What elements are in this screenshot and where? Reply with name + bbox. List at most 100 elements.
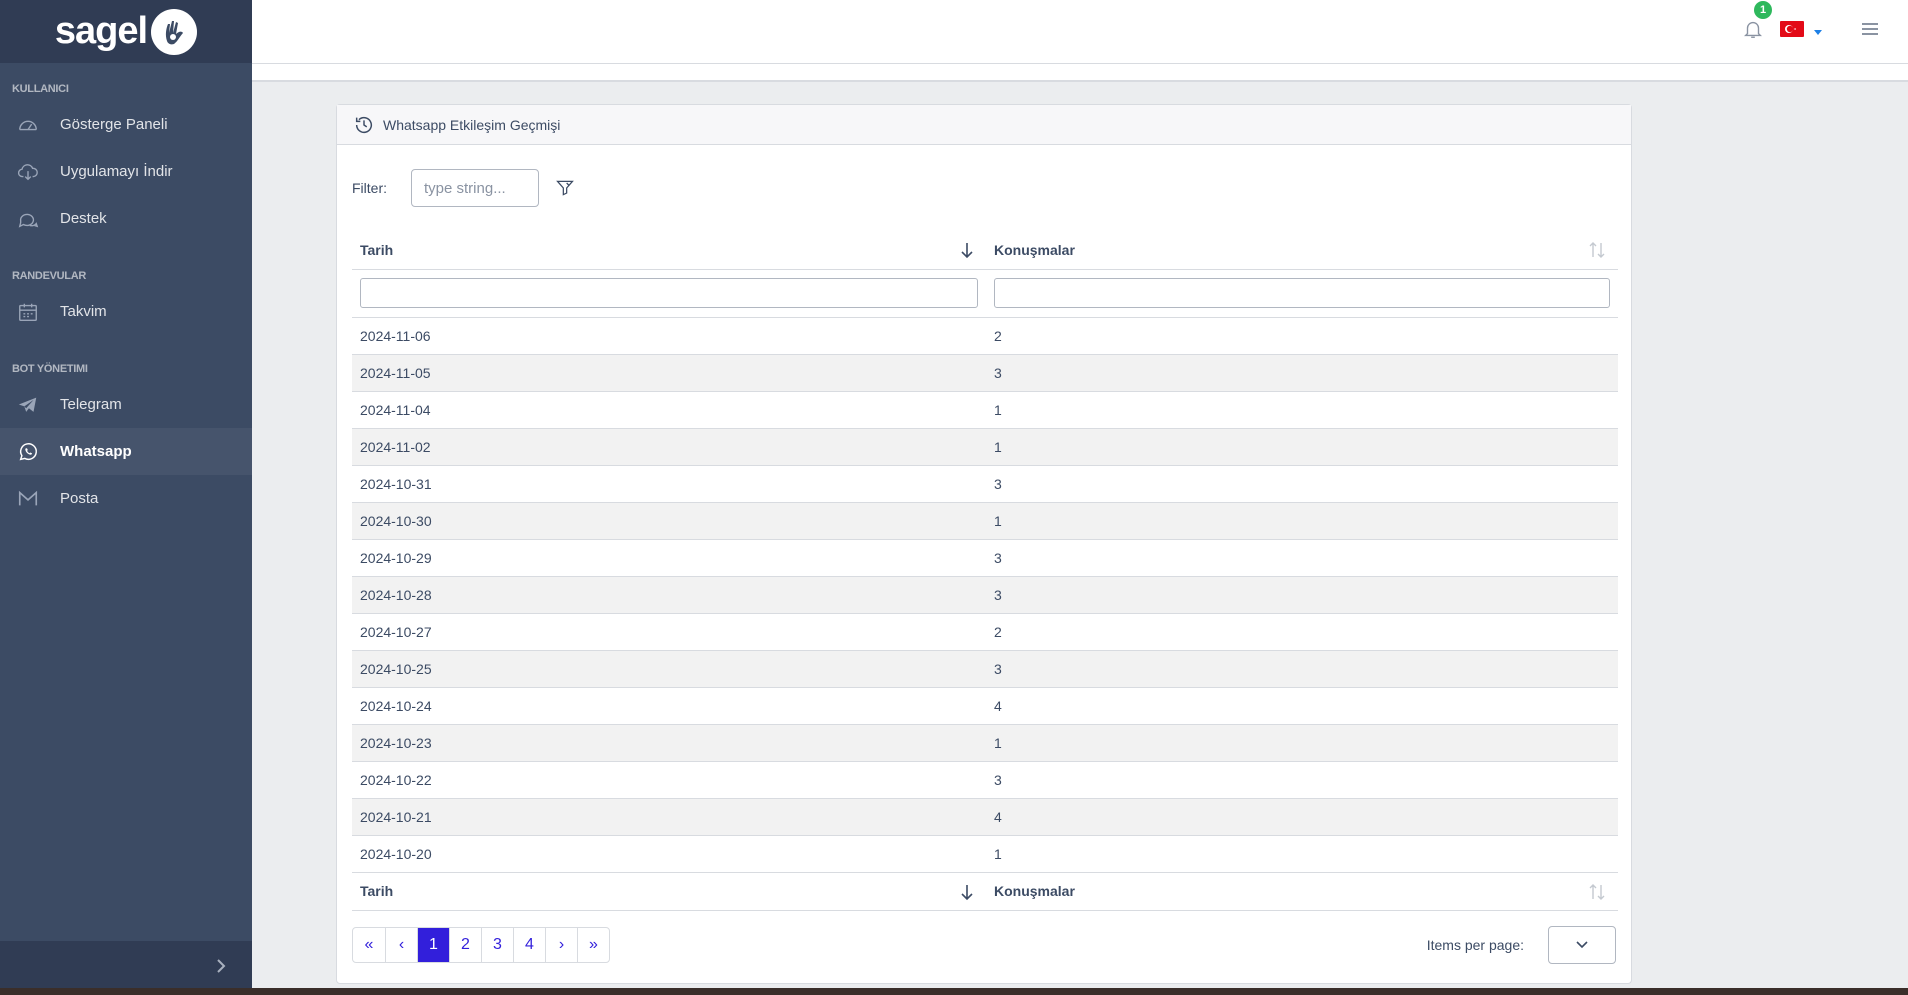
filter-icon[interactable]	[555, 178, 575, 198]
page-prev-button[interactable]: ‹	[385, 927, 417, 962]
filter-row: Filter:	[352, 145, 1616, 231]
speedometer-icon	[16, 113, 40, 137]
subheader	[252, 64, 1908, 82]
filter-input[interactable]	[411, 169, 539, 207]
sidebar-item-label: Gösterge Paneli	[60, 116, 168, 133]
brand-name: sagel	[54, 10, 148, 52]
sidebar-item-label: Takvim	[60, 303, 107, 320]
history-icon	[353, 114, 375, 136]
chat-icon	[16, 207, 40, 231]
cloud-download-icon	[16, 160, 40, 184]
sort-icon	[1588, 241, 1606, 262]
sidebar-item-label: Destek	[60, 210, 107, 227]
sidebar-item-label: Whatsapp	[60, 443, 132, 460]
notifications-button[interactable]: 1	[1742, 1, 1772, 41]
cell-konusmalar: 1	[986, 502, 1618, 540]
page-2-button[interactable]: 2	[449, 927, 481, 962]
cell-tarih: 2024-11-06	[352, 317, 986, 355]
language-dropdown-caret-icon[interactable]	[1814, 29, 1822, 35]
sidebar-item-mail[interactable]: Posta	[0, 475, 252, 522]
cell-konusmalar: 3	[986, 576, 1618, 614]
cell-tarih: 2024-10-22	[352, 761, 986, 799]
page-last-button[interactable]: »	[577, 927, 609, 962]
page-first-button[interactable]: «	[353, 928, 385, 962]
notification-badge: 1	[1754, 1, 1772, 19]
table-row: 2024-10-25 3	[352, 650, 1618, 688]
footer-column-konusmalar[interactable]: Konuşmalar	[986, 872, 1618, 911]
telegram-icon	[16, 393, 40, 417]
cell-tarih: 2024-10-20	[352, 835, 986, 873]
table-row: 2024-10-23 1	[352, 724, 1618, 762]
cell-tarih: 2024-10-29	[352, 539, 986, 577]
table-row: 2024-10-31 3	[352, 465, 1618, 503]
cell-tarih: 2024-10-25	[352, 650, 986, 688]
top-header: 1	[252, 0, 1908, 64]
cell-konusmalar: 4	[986, 798, 1618, 836]
page-next-button[interactable]: ›	[545, 927, 577, 962]
sidebar-item-support[interactable]: Destek	[0, 195, 252, 242]
page-1-button[interactable]: 1	[417, 927, 449, 962]
menu-toggle-button[interactable]	[1862, 20, 1878, 38]
cell-tarih: 2024-10-30	[352, 502, 986, 540]
cell-tarih: 2024-10-23	[352, 724, 986, 762]
page-4-button[interactable]: 4	[513, 927, 545, 962]
cell-konusmalar: 1	[986, 724, 1618, 762]
column-filter-row	[352, 269, 1618, 318]
cell-tarih: 2024-10-31	[352, 465, 986, 503]
table-row: 2024-10-30 1	[352, 502, 1618, 540]
taskbar-strip	[0, 988, 1908, 995]
konusmalar-column-filter-input[interactable]	[994, 278, 1610, 308]
chevron-down-icon	[1575, 937, 1589, 953]
sort-icon	[1588, 883, 1606, 904]
page-3-button[interactable]: 3	[481, 927, 513, 962]
whatsapp-icon	[16, 440, 40, 464]
cell-tarih: 2024-10-21	[352, 798, 986, 836]
cell-konusmalar: 3	[986, 354, 1618, 392]
bell-icon	[1742, 21, 1764, 45]
pagination-row: « ‹ 1 2 3 4 › » Items per page:	[352, 911, 1616, 979]
sidebar-item-calendar[interactable]: Takvim	[0, 288, 252, 335]
table-row: 2024-11-04 1	[352, 391, 1618, 429]
tarih-column-filter-input[interactable]	[360, 278, 978, 308]
table-row: 2024-10-27 2	[352, 613, 1618, 651]
table-row: 2024-10-21 4	[352, 798, 1618, 836]
sidebar-item-dashboard[interactable]: Gösterge Paneli	[0, 101, 252, 148]
card-header: Whatsapp Etkileşim Geçmişi	[337, 105, 1631, 145]
mail-icon	[16, 487, 40, 511]
items-per-page-label: Items per page:	[1426, 936, 1524, 953]
cell-tarih: 2024-10-28	[352, 576, 986, 614]
brand[interactable]: sagel	[0, 0, 252, 63]
arrow-down-icon	[960, 241, 974, 262]
table-row: 2024-10-22 3	[352, 761, 1618, 799]
sidebar-item-telegram[interactable]: Telegram	[0, 381, 252, 428]
pagination: « ‹ 1 2 3 4 › »	[352, 926, 610, 963]
items-per-page-select[interactable]	[1548, 925, 1616, 964]
sidebar-item-label: Uygulamayı İndir	[60, 163, 173, 180]
cell-konusmalar: 2	[986, 613, 1618, 651]
sidebar-item-label: Posta	[60, 490, 99, 507]
sidebar-item-whatsapp[interactable]: Whatsapp	[0, 428, 252, 475]
language-flag-icon[interactable]	[1780, 21, 1804, 37]
table-row: 2024-10-28 3	[352, 576, 1618, 614]
history-table: Tarih Konuşmalar 2024-11-06 2 2024-11-05 3 2…	[352, 231, 1618, 911]
footer-column-tarih[interactable]: Tarih	[352, 872, 986, 911]
cell-konusmalar: 2	[986, 317, 1618, 355]
whatsapp-history-card: Whatsapp Etkileşim Geçmişi Filter: Tarih…	[336, 104, 1632, 984]
nav-title-randevular: RANDEVULAR	[12, 270, 87, 282]
table-row: 2024-11-02 1	[352, 428, 1618, 466]
cell-konusmalar: 1	[986, 391, 1618, 429]
calendar-icon	[16, 300, 40, 324]
sidebar-item-label: Telegram	[60, 396, 122, 413]
cell-konusmalar: 3	[986, 539, 1618, 577]
column-header-konusmalar[interactable]: Konuşmalar	[986, 231, 1618, 270]
table-row: 2024-11-05 3	[352, 354, 1618, 392]
cell-tarih: 2024-10-27	[352, 613, 986, 651]
sidebar: sagel KULLANICI Gösterge Paneli Uygulama…	[0, 0, 252, 995]
cell-konusmalar: 3	[986, 761, 1618, 799]
sidebar-toggle-button[interactable]	[0, 941, 252, 995]
table-row: 2024-11-06 2	[352, 317, 1618, 355]
table-row: 2024-10-20 1	[352, 835, 1618, 873]
sidebar-item-download-app[interactable]: Uygulamayı İndir	[0, 148, 252, 195]
column-header-tarih[interactable]: Tarih	[352, 231, 986, 270]
cell-tarih: 2024-11-05	[352, 354, 986, 392]
